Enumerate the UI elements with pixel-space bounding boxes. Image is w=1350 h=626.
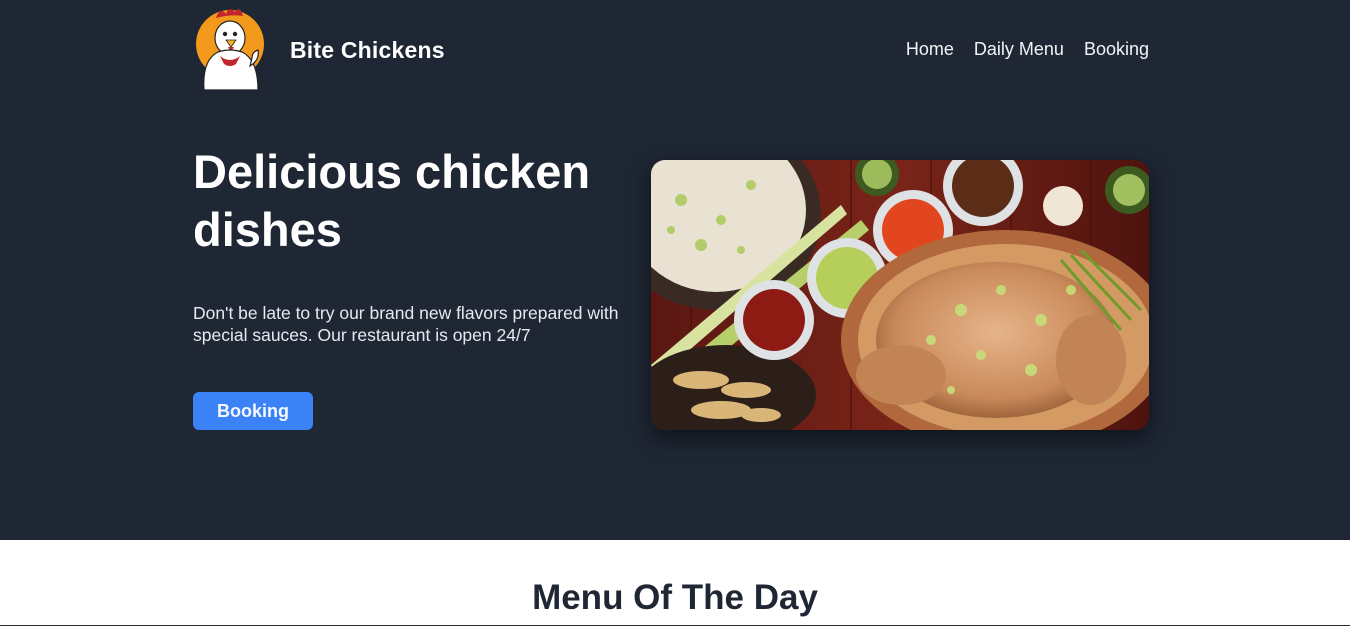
booking-button[interactable]: Booking (193, 392, 313, 430)
nav-link-daily-menu[interactable]: Daily Menu (974, 39, 1064, 60)
nav-link-booking[interactable]: Booking (1084, 39, 1149, 60)
nav-link-home[interactable]: Home (906, 39, 954, 60)
menu-of-the-day-heading: Menu Of The Day (532, 578, 818, 617)
brand-name[interactable]: Bite Chickens (290, 37, 445, 64)
rooster-mascot-icon[interactable] (192, 4, 272, 96)
hero-lead-text: Don't be late to try our brand new flavo… (193, 303, 619, 345)
hero-headline: Delicious chicken dishes (193, 145, 591, 256)
hero-section: Bite Chickens Home Daily Menu Booking De… (0, 0, 1350, 540)
main-nav: Home Daily Menu Booking (906, 39, 1149, 60)
roast-chicken-platter-image (651, 160, 1149, 430)
